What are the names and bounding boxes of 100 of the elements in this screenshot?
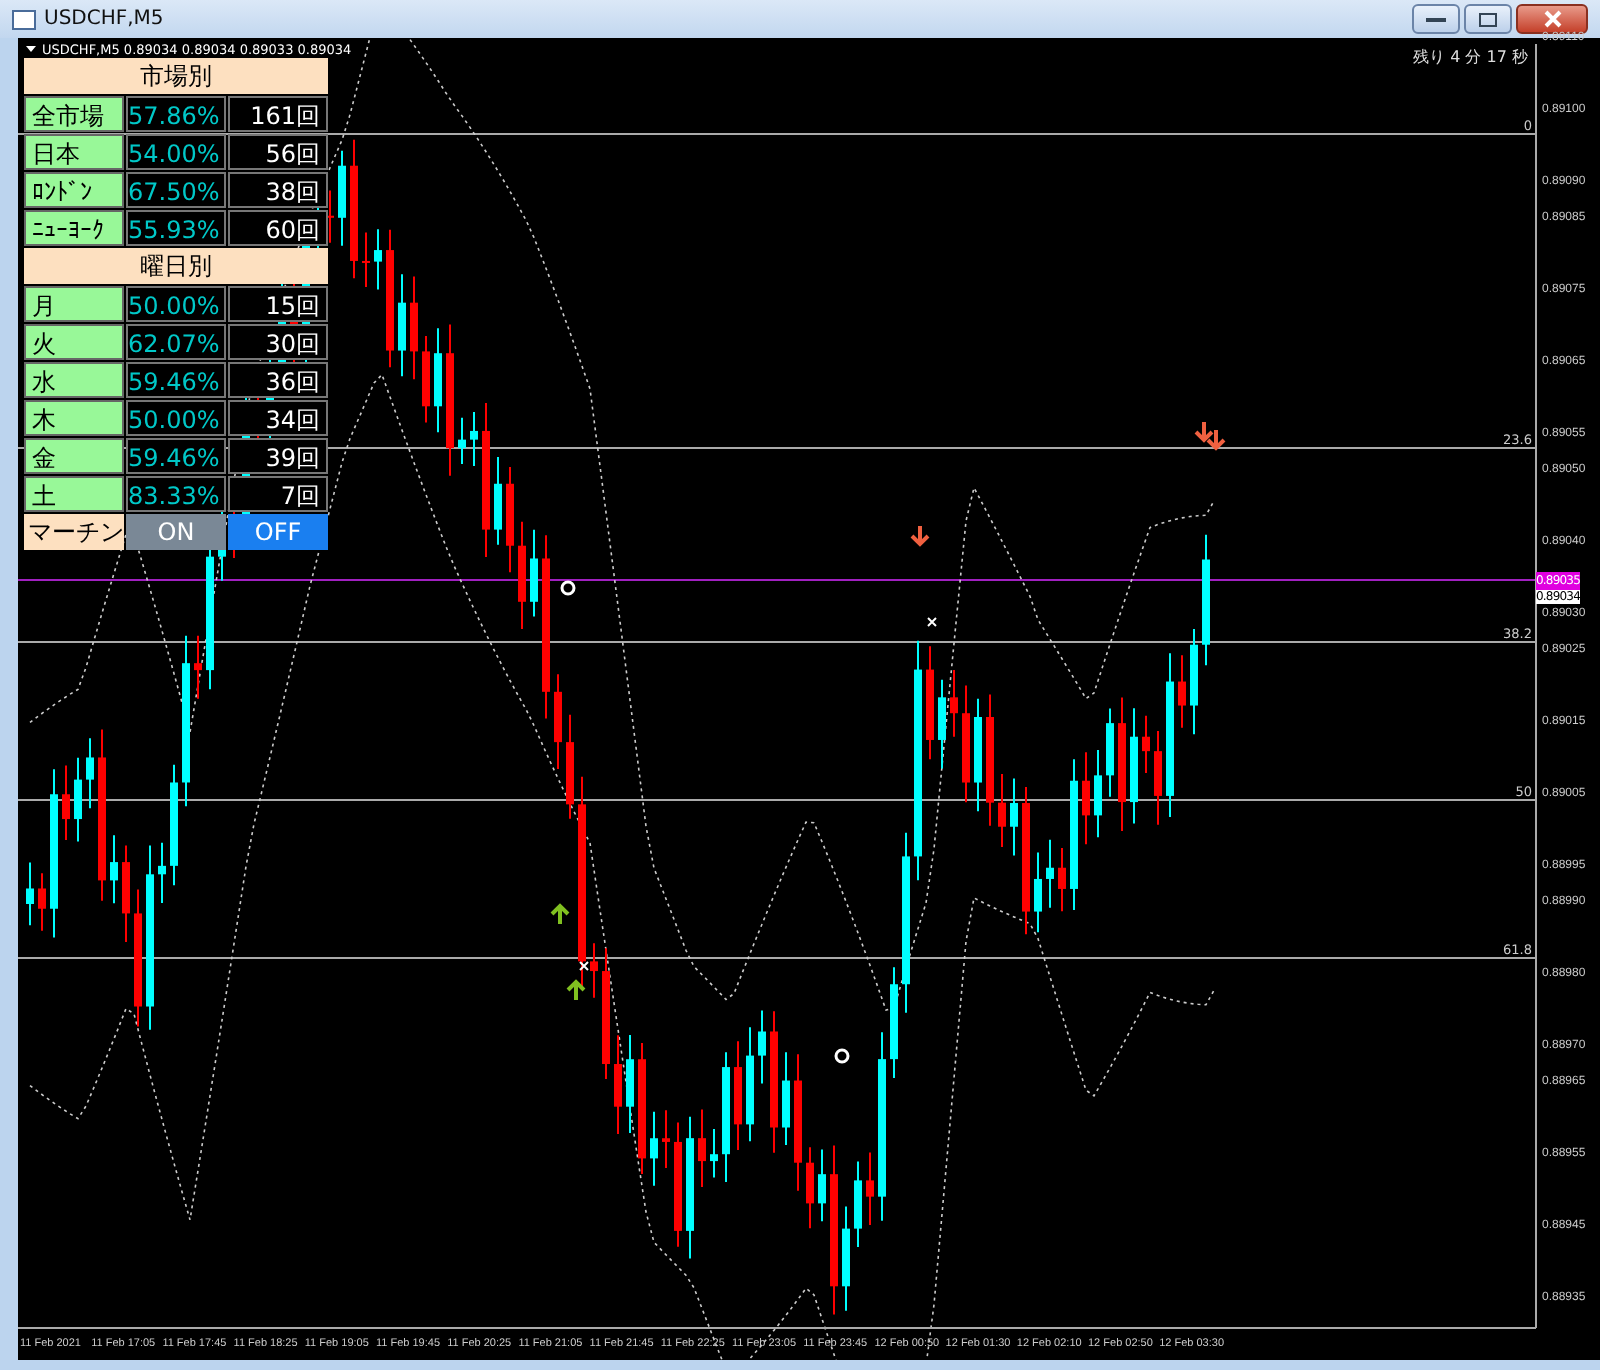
candlestick xyxy=(1082,751,1090,846)
count-cell: 56回 xyxy=(228,134,328,170)
candlestick xyxy=(1118,696,1126,832)
win-rate-cell: 57.86% xyxy=(126,96,226,132)
circle-marker-icon xyxy=(560,580,576,596)
row-label: 月 xyxy=(24,286,124,322)
candlestick xyxy=(374,228,382,291)
win-rate-cell: 50.00% xyxy=(126,400,226,436)
candlestick xyxy=(1178,654,1186,729)
candlestick xyxy=(398,273,406,378)
candlestick xyxy=(26,861,34,927)
win-rate-cell: 59.46% xyxy=(126,438,226,474)
candlestick xyxy=(758,1009,766,1085)
candlestick xyxy=(1106,707,1114,798)
candlestick xyxy=(434,327,442,434)
win-rate-cell: 50.00% xyxy=(126,286,226,322)
candlestick xyxy=(506,466,514,574)
candlestick xyxy=(518,520,526,630)
candlestick xyxy=(722,1051,730,1184)
row-label: 火 xyxy=(24,324,124,360)
maximize-button[interactable] xyxy=(1464,4,1512,34)
close-icon xyxy=(1543,10,1561,28)
win-rate-cell: 59.46% xyxy=(126,362,226,398)
win-rate-cell: 62.07% xyxy=(126,324,226,360)
count-cell: 15回 xyxy=(228,286,328,322)
candlestick xyxy=(590,942,598,999)
candlestick xyxy=(410,275,418,381)
candlestick xyxy=(962,684,970,804)
candlestick xyxy=(458,416,466,465)
candlestick xyxy=(866,1151,874,1227)
candlestick xyxy=(110,834,118,905)
candlestick xyxy=(326,189,334,244)
candlestick xyxy=(926,645,934,761)
row-label: 土 xyxy=(24,476,124,512)
row-label: ﾆｭｰﾖｰｸ xyxy=(24,210,124,246)
row-label: 木 xyxy=(24,400,124,436)
section-header: 曜日別 xyxy=(24,248,328,284)
cross-marker-icon xyxy=(927,617,937,627)
candlestick xyxy=(86,737,94,810)
candlestick xyxy=(650,1110,658,1187)
count-cell: 36回 xyxy=(228,362,328,398)
count-cell: 7回 xyxy=(228,476,328,512)
row-label: 全市場 xyxy=(24,96,124,132)
circle-marker-icon xyxy=(834,1048,850,1064)
candlestick xyxy=(794,1053,802,1192)
minimize-button[interactable] xyxy=(1412,4,1460,34)
minimize-icon xyxy=(1426,15,1446,23)
candlestick xyxy=(1142,714,1150,775)
candlestick xyxy=(122,844,130,944)
candlestick xyxy=(1010,777,1018,857)
candlestick xyxy=(782,1051,790,1146)
candlestick xyxy=(62,764,70,841)
candlestick xyxy=(338,149,346,247)
martin-label: マーチン xyxy=(24,514,124,550)
candlestick xyxy=(806,1146,814,1230)
toggle-button[interactable]: ON xyxy=(126,514,226,550)
count-cell: 39回 xyxy=(228,438,328,474)
row-label: 日本 xyxy=(24,134,124,170)
candlestick xyxy=(746,1026,754,1143)
candlestick xyxy=(1190,628,1198,736)
candlestick xyxy=(362,231,370,288)
cross-marker-icon xyxy=(579,961,589,971)
up-arrow-icon xyxy=(550,903,570,926)
maximize-icon xyxy=(1478,11,1498,27)
win-rate-cell: 55.93% xyxy=(126,210,226,246)
candlestick xyxy=(602,947,610,1081)
candlestick xyxy=(1058,847,1066,913)
count-cell: 30回 xyxy=(228,324,328,360)
dropdown-triangle-icon xyxy=(26,46,36,52)
candlestick xyxy=(494,455,502,546)
candlestick xyxy=(422,335,430,424)
close-button[interactable] xyxy=(1516,4,1588,34)
candlestick xyxy=(986,693,994,827)
candlestick xyxy=(890,966,898,1079)
down-arrow-icon xyxy=(910,524,930,547)
candlestick xyxy=(698,1108,706,1188)
candlestick xyxy=(1154,730,1162,826)
candlestick xyxy=(386,228,394,369)
candlestick xyxy=(1034,851,1042,934)
toggle-button[interactable]: OFF xyxy=(228,514,328,550)
candlestick xyxy=(1046,838,1054,909)
candlestick xyxy=(938,678,946,770)
candlestick xyxy=(554,673,562,770)
candlestick xyxy=(662,1109,670,1170)
candlestick xyxy=(638,1042,646,1175)
candlestick xyxy=(1202,533,1210,667)
win-rate-cell: 83.33% xyxy=(126,476,226,512)
candlestick xyxy=(170,763,178,887)
candlestick xyxy=(710,1127,718,1179)
win-rate-cell: 67.50% xyxy=(126,172,226,208)
row-label: ﾛﾝﾄﾞﾝ xyxy=(24,172,124,208)
count-cell: 34回 xyxy=(228,400,328,436)
down-arrow-icon xyxy=(1194,420,1214,443)
row-label: 金 xyxy=(24,438,124,474)
window-title: USDCHF,M5 xyxy=(44,8,164,30)
count-cell: 60回 xyxy=(228,210,328,246)
candlestick xyxy=(770,1010,778,1154)
candlestick xyxy=(134,888,142,1028)
candlestick xyxy=(158,841,166,904)
candlestick xyxy=(566,713,574,820)
